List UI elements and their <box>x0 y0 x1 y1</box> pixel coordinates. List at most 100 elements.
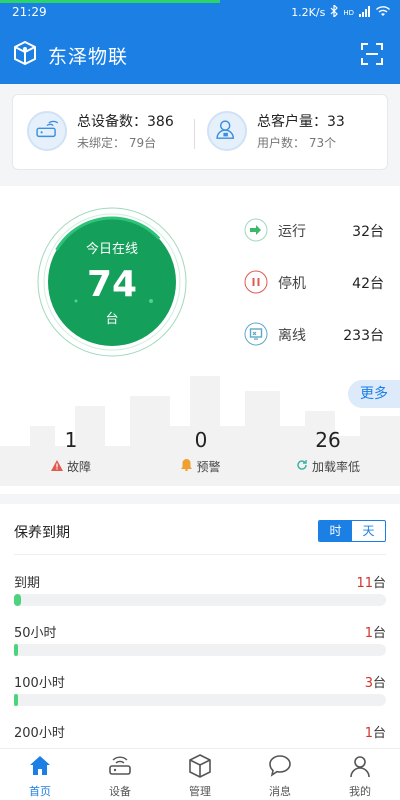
status-value: 42台 <box>352 273 384 293</box>
alarm-value: 26 <box>315 428 341 452</box>
alarm-low-load[interactable]: 26 加载率低 <box>286 428 370 475</box>
warning-icon <box>50 459 63 474</box>
alarm-value: 0 <box>194 428 208 452</box>
maintenance-label: 200小时 <box>14 726 65 741</box>
tab-label: 首页 <box>29 785 51 798</box>
more-button[interactable]: 更多 <box>348 380 400 408</box>
maintenance-label: 50小时 <box>14 626 57 641</box>
maintenance-value-number: 1 <box>364 726 373 741</box>
user-count-value: 73个 <box>308 136 337 150</box>
tab-label: 我的 <box>349 785 371 798</box>
tab-home[interactable]: 首页 <box>0 749 80 800</box>
status-value-unit: 台 <box>370 224 384 240</box>
maintenance-value-unit: 台 <box>372 626 386 641</box>
gauge-unit: 台 <box>105 312 119 327</box>
offline-monitor-icon <box>244 322 268 346</box>
app-bar: 东泽物联 <box>0 24 400 84</box>
status-value-number: 42 <box>352 276 370 292</box>
maintenance-progress-track <box>14 594 386 606</box>
device-unbound: 未绑定： 79台 <box>77 134 156 151</box>
maintenance-value: 3台 <box>365 672 386 691</box>
status-bar: 21:29 1.2K/s HD <box>0 0 400 24</box>
tab-messages[interactable]: 消息 <box>240 749 320 800</box>
play-arrow-icon <box>244 218 268 242</box>
app-title: 东泽物联 <box>48 46 129 68</box>
maintenance-label: 到期 <box>14 576 41 591</box>
user-icon <box>350 756 370 778</box>
customer-total-label: 总客户量： <box>257 114 327 130</box>
alarm-warning[interactable]: 0 预警 <box>166 428 236 475</box>
device-unbound-value: 79台 <box>128 136 157 150</box>
loading-progress-bar <box>0 0 220 3</box>
maintenance-progress-track <box>14 644 386 656</box>
status-label: 运行 <box>278 224 306 240</box>
maintenance-progress-fill <box>14 644 19 656</box>
network-speed: 1.2K/s <box>291 6 326 19</box>
alarm-label-row: 预警 <box>166 458 236 475</box>
status-running[interactable]: 运行 32台 <box>244 216 384 244</box>
status-icons: 1.2K/s HD <box>291 3 390 20</box>
device-unbound-label: 未绑定： <box>77 136 126 150</box>
device-summary[interactable]: 总设备数：386 未绑定： 79台 <box>27 109 187 157</box>
maintenance-value-unit: 台 <box>372 676 386 691</box>
customer-total-value: 33 <box>327 114 345 130</box>
customer-total: 总客户量：33 <box>257 111 345 131</box>
refresh-icon <box>296 459 308 474</box>
maintenance-value: 1台 <box>365 722 386 741</box>
maintenance-label: 100小时 <box>14 676 65 691</box>
customer-summary[interactable]: 总客户量：33 用户数： 73个 <box>207 109 377 157</box>
wifi-icon <box>376 5 390 20</box>
device-total-value: 386 <box>147 114 174 130</box>
tab-manage[interactable]: 管理 <box>160 749 240 800</box>
alarm-label: 加载率低 <box>311 460 360 474</box>
summary-divider <box>194 119 195 149</box>
maintenance-value-unit: 台 <box>372 576 386 591</box>
alarm-label-row: 故障 <box>36 458 106 475</box>
status-value: 32台 <box>352 221 384 241</box>
status-label: 停机 <box>278 276 306 292</box>
gauge-label: 今日在线 <box>85 242 138 257</box>
device-stats-panel: 今日在线 74 台 运行 32台 停机 42台 离线 233台 更多 1 故障 … <box>0 186 400 494</box>
status-value-number: 32 <box>352 224 370 240</box>
cell-signal-icon <box>359 5 371 20</box>
scan-icon[interactable] <box>360 42 384 66</box>
cube-icon <box>189 754 211 778</box>
maintenance-value-unit: 台 <box>372 726 386 741</box>
status-offline[interactable]: 离线 233台 <box>244 320 384 348</box>
chat-icon <box>269 755 291 777</box>
tab-me[interactable]: 我的 <box>320 749 400 800</box>
gauge-value: 74 <box>86 264 138 305</box>
bottom-tab-bar: 首页 设备 管理 消息 我的 <box>0 748 400 800</box>
pause-icon <box>244 270 268 294</box>
status-value-number: 233 <box>343 328 370 344</box>
alarm-label: 预警 <box>196 460 221 474</box>
tab-devices[interactable]: 设备 <box>80 749 160 800</box>
toggle-hour[interactable]: 时 <box>319 521 352 541</box>
device-total: 总设备数：386 <box>77 111 174 131</box>
bluetooth-icon <box>330 3 339 20</box>
toggle-day[interactable]: 天 <box>352 521 385 541</box>
status-time: 21:29 <box>12 5 47 19</box>
cube-logo-icon <box>12 40 38 66</box>
maintenance-value: 1台 <box>365 622 386 641</box>
maintenance-row-expired[interactable]: 到期 11台 <box>14 572 386 612</box>
maintenance-progress-fill <box>14 594 22 606</box>
router-icon <box>27 111 67 151</box>
maintenance-value-number: 3 <box>364 676 373 691</box>
alarm-fault[interactable]: 1 故障 <box>36 428 106 475</box>
alarm-label-row: 加载率低 <box>286 458 370 475</box>
maintenance-title: 保养到期 <box>14 525 70 541</box>
tab-label: 设备 <box>109 785 131 798</box>
status-stopped[interactable]: 停机 42台 <box>244 268 384 296</box>
signal-hd-label: HD <box>343 8 354 17</box>
user-count-label: 用户数： <box>257 136 306 150</box>
status-label: 离线 <box>278 328 306 344</box>
maintenance-row-50h[interactable]: 50小时 1台 <box>14 622 386 662</box>
home-icon <box>30 756 50 775</box>
maintenance-value-number: 11 <box>356 576 373 591</box>
maintenance-row-100h[interactable]: 100小时 3台 <box>14 672 386 712</box>
maintenance-panel: 保养到期 时 天 到期 11台 50小时 1台 100小时 3台 200小时 1… <box>0 504 400 748</box>
unit-toggle: 时 天 <box>318 520 386 542</box>
device-total-label: 总设备数： <box>77 114 147 130</box>
maintenance-row-200h[interactable]: 200小时 1台 <box>14 722 386 748</box>
